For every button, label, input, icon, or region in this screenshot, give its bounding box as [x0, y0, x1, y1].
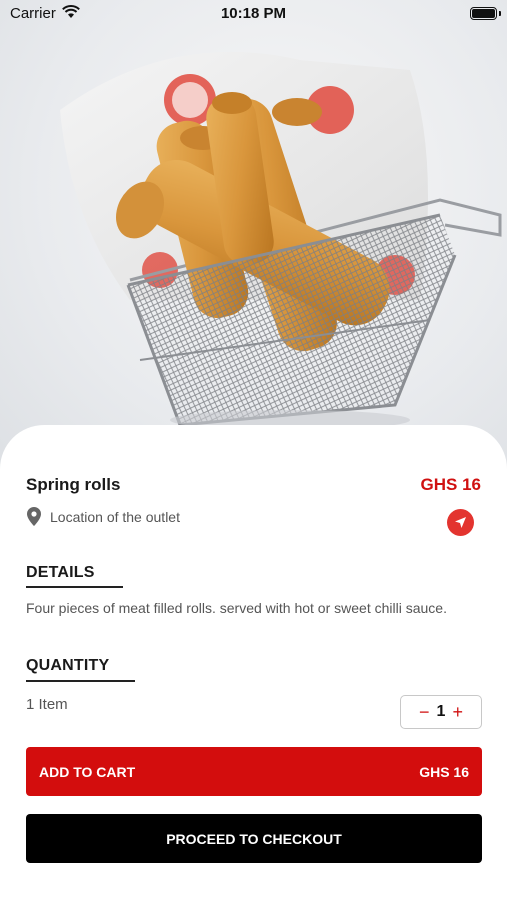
details-heading: DETAILS [26, 564, 95, 581]
add-to-cart-button[interactable]: ADD TO CART GHS 16 [26, 747, 482, 796]
product-hero-image [0, 0, 507, 470]
item-count: 1 Item [26, 696, 68, 713]
proceed-to-checkout-button[interactable]: PROCEED TO CHECKOUT [26, 814, 482, 863]
product-price: GHS 16 [420, 475, 481, 494]
navigation-arrow-icon [455, 517, 466, 528]
checkout-label: PROCEED TO CHECKOUT [166, 830, 342, 847]
product-details-sheet: Spring rolls GHS 16 Location of the outl… [0, 425, 507, 900]
status-bar: Carrier 10:18 PM [0, 0, 507, 30]
details-underline [26, 586, 123, 588]
product-name: Spring rolls [26, 475, 121, 494]
quantity-underline [26, 680, 135, 682]
battery-cap [499, 11, 501, 16]
decrement-button[interactable]: − [414, 702, 435, 723]
navigate-button[interactable] [447, 509, 474, 536]
quantity-heading: QUANTITY [26, 657, 110, 674]
spring-rolls-illustration [60, 51, 502, 430]
details-description: Four pieces of meat filled rolls. served… [26, 600, 447, 616]
add-to-cart-label: ADD TO CART [39, 763, 136, 780]
quantity-value: 1 [436, 703, 446, 720]
add-to-cart-price: GHS 16 [419, 763, 469, 780]
quantity-stepper[interactable]: − 1 + [400, 695, 482, 729]
battery-icon [470, 7, 497, 20]
location-label: Location of the outlet [50, 509, 180, 525]
status-time: 10:18 PM [220, 5, 287, 22]
outlet-location[interactable]: Location of the outlet [26, 507, 180, 527]
increment-button[interactable]: + [447, 702, 468, 723]
map-pin-icon [27, 507, 41, 526]
